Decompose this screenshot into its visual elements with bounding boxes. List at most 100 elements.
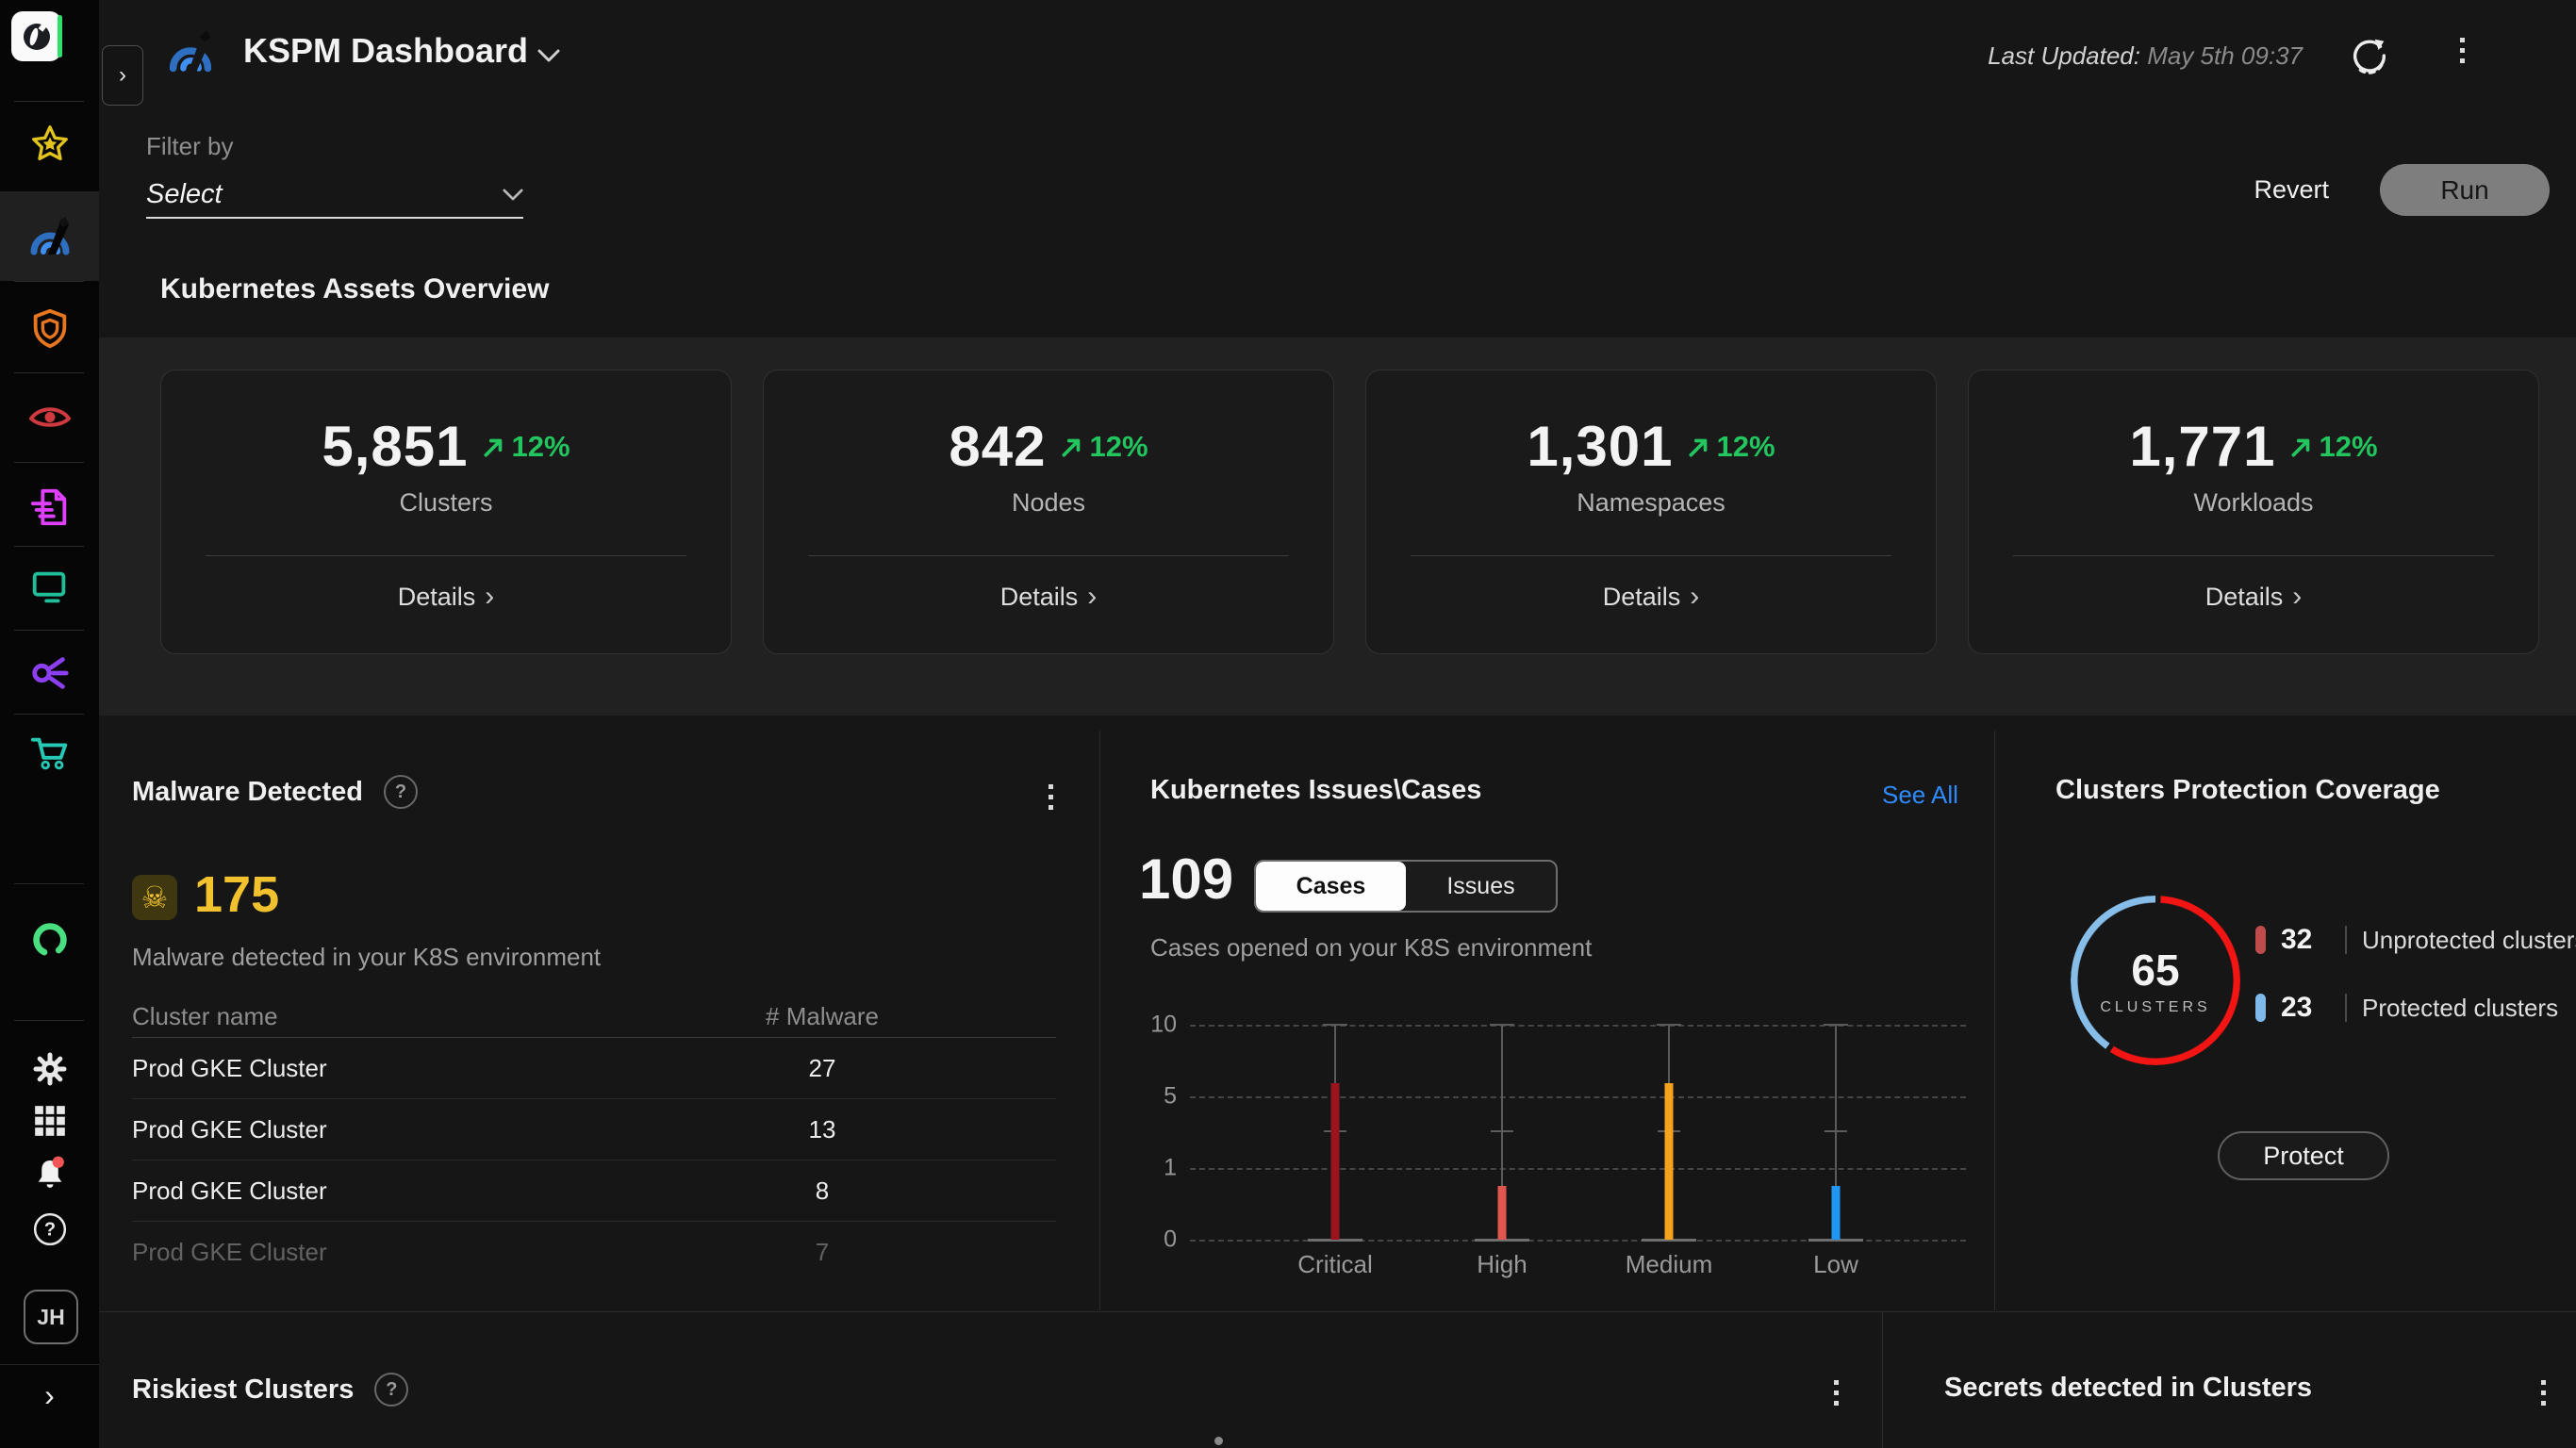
- scroll-indicator-dot: [1214, 1437, 1223, 1445]
- secrets-kebab-menu[interactable]: [2541, 1380, 2546, 1406]
- sidebar-item-automation[interactable]: [0, 918, 99, 962]
- riskiest-kebab-menu[interactable]: [1834, 1380, 1839, 1406]
- tab-issues[interactable]: Issues: [1406, 862, 1556, 911]
- sidebar-item-kspm[interactable]: [0, 215, 99, 256]
- table-row[interactable]: Prod GKE Cluster 7: [132, 1222, 1056, 1282]
- malware-help-icon[interactable]: ?: [384, 775, 418, 809]
- malware-subtitle: Malware detected in your K8S environment: [132, 943, 602, 971]
- gear-icon: [33, 1052, 66, 1086]
- sidebar-item-endpoints[interactable]: [0, 567, 99, 608]
- table-row[interactable]: Prod GKE Cluster 13: [132, 1099, 1056, 1160]
- chevron-right-icon: ›: [1690, 581, 1700, 612]
- x-axis-category-label: High: [1477, 1250, 1527, 1278]
- run-button[interactable]: Run: [2380, 164, 2550, 216]
- cases-severity-chart: 0 1 5 10 Critical High Medium Low: [1113, 1012, 1990, 1278]
- asset-card-nodes[interactable]: 842 12% Nodes Details ›: [763, 370, 1334, 654]
- riskiest-help-icon[interactable]: ?: [374, 1373, 409, 1407]
- sidebar-divider: [14, 714, 84, 715]
- card-value: 1,771: [2129, 415, 2276, 478]
- filter-by-label: Filter by: [146, 132, 234, 160]
- last-updated: Last Updated: May 5th 09:37: [1988, 41, 2303, 71]
- tab-cases[interactable]: Cases: [1256, 862, 1406, 911]
- sidebar-item-detections[interactable]: [0, 400, 99, 437]
- product-logo[interactable]: [11, 11, 61, 61]
- svg-text:?: ?: [43, 1220, 55, 1241]
- sidebar-item-apps[interactable]: [0, 1103, 99, 1139]
- sidebar-divider: [14, 630, 84, 631]
- monitor-icon: [32, 571, 65, 603]
- last-updated-label: Last Updated:: [1988, 41, 2140, 70]
- cases-subtitle: Cases opened on your K8S environment: [1150, 933, 1593, 962]
- whisker-mid-tick: [1491, 1130, 1513, 1132]
- sidebar-item-help[interactable]: ?: [0, 1210, 99, 1248]
- chart-column-low[interactable]: Low: [1808, 1024, 1864, 1278]
- details-link[interactable]: Details ›: [2205, 581, 2303, 613]
- filter-select[interactable]: Select: [146, 172, 523, 219]
- assets-overview-title: Kubernetes Assets Overview: [160, 273, 550, 304]
- select-chevron-down-icon: [503, 189, 523, 200]
- malware-kebab-menu[interactable]: [1049, 784, 1053, 810]
- sidebar-item-marketplace[interactable]: [0, 733, 99, 775]
- legend-swatch-protected: [2255, 994, 2266, 1022]
- sidebar-divider: [14, 462, 84, 463]
- header-kebab-menu[interactable]: [2460, 38, 2465, 63]
- sidebar-expand-button[interactable]: ›: [102, 45, 143, 106]
- y-axis-tick-label: 1: [1164, 1154, 1177, 1181]
- legend-swatch-unprotected: [2255, 926, 2266, 954]
- chart-column-critical[interactable]: Critical: [1297, 1024, 1373, 1278]
- sidebar-collapse-chevron[interactable]: ›: [0, 1378, 99, 1413]
- sidebar-item-favorites[interactable]: [0, 123, 99, 166]
- details-link[interactable]: Details ›: [1000, 581, 1098, 613]
- trend-up-icon: [484, 438, 502, 457]
- refresh-icon[interactable]: [2348, 34, 2391, 82]
- card-label: Namespaces: [1577, 488, 1726, 517]
- card-divider: [206, 555, 686, 556]
- whisker-top-cap: [1323, 1024, 1347, 1026]
- details-link[interactable]: Details ›: [1603, 581, 1700, 613]
- details-label: Details: [1602, 582, 1681, 611]
- cart-icon: [30, 737, 67, 770]
- kspm-arcs-icon: [30, 217, 69, 255]
- coverage-panel-title: Clusters Protection Coverage: [2056, 775, 2440, 805]
- protect-button[interactable]: Protect: [2218, 1131, 2389, 1180]
- bell-icon: [38, 1156, 64, 1188]
- malware-table: Cluster name # Malware Prod GKE Cluster …: [132, 996, 1056, 1282]
- asset-card-namespaces[interactable]: 1,301 12% Namespaces Details ›: [1365, 370, 1937, 654]
- sidebar-item-connections[interactable]: [0, 650, 99, 694]
- cases-count: 109: [1139, 847, 1234, 911]
- table-row[interactable]: Prod GKE Cluster 27: [132, 1038, 1056, 1099]
- logo-glyph-icon: [23, 20, 50, 50]
- chart-column-medium[interactable]: Medium: [1626, 1024, 1712, 1278]
- sidebar-item-notifications[interactable]: [0, 1154, 99, 1193]
- asset-card-workloads[interactable]: 1,771 12% Workloads Details ›: [1968, 370, 2539, 654]
- sidebar-divider: [14, 883, 84, 884]
- eye-icon: [28, 407, 71, 427]
- see-all-link[interactable]: See All: [1882, 781, 1958, 810]
- trend-up-icon: [1062, 438, 1080, 457]
- malware-count: 175: [194, 866, 280, 923]
- whisker-mid-tick: [1825, 1130, 1847, 1132]
- page-title: KSPM Dashboard: [243, 31, 529, 70]
- y-axis-tick-label: 5: [1164, 1082, 1177, 1110]
- chart-column-high[interactable]: High: [1474, 1024, 1530, 1278]
- x-axis-category-label: Critical: [1297, 1250, 1373, 1278]
- details-link[interactable]: Details ›: [398, 581, 495, 613]
- title-chevron-down-icon[interactable]: [537, 49, 560, 67]
- revert-button[interactable]: Revert: [2254, 175, 2329, 205]
- sidebar-item-settings[interactable]: [0, 1050, 99, 1088]
- sidebar-item-reports[interactable]: [0, 485, 99, 529]
- cases-issues-toggle: Cases Issues: [1254, 860, 1558, 913]
- malware-table-header: Cluster name # Malware: [132, 996, 1056, 1038]
- severity-bar: [1497, 1186, 1507, 1240]
- shield-icon: [33, 308, 66, 349]
- cluster-name-cell: Prod GKE Cluster: [132, 1176, 327, 1205]
- card-label: Workloads: [2193, 488, 2314, 517]
- table-row[interactable]: Prod GKE Cluster 8: [132, 1160, 1056, 1222]
- coverage-legend: 32 Unprotected clusters 23 Protected clu…: [2255, 924, 2576, 1024]
- sidebar-item-protection[interactable]: [0, 307, 99, 351]
- user-avatar[interactable]: JH: [24, 1290, 78, 1344]
- card-label: Clusters: [399, 488, 493, 517]
- card-value: 842: [949, 415, 1047, 478]
- asset-card-clusters[interactable]: 5,851 12% Clusters Details ›: [160, 370, 732, 654]
- y-axis-tick-label: 0: [1164, 1226, 1177, 1253]
